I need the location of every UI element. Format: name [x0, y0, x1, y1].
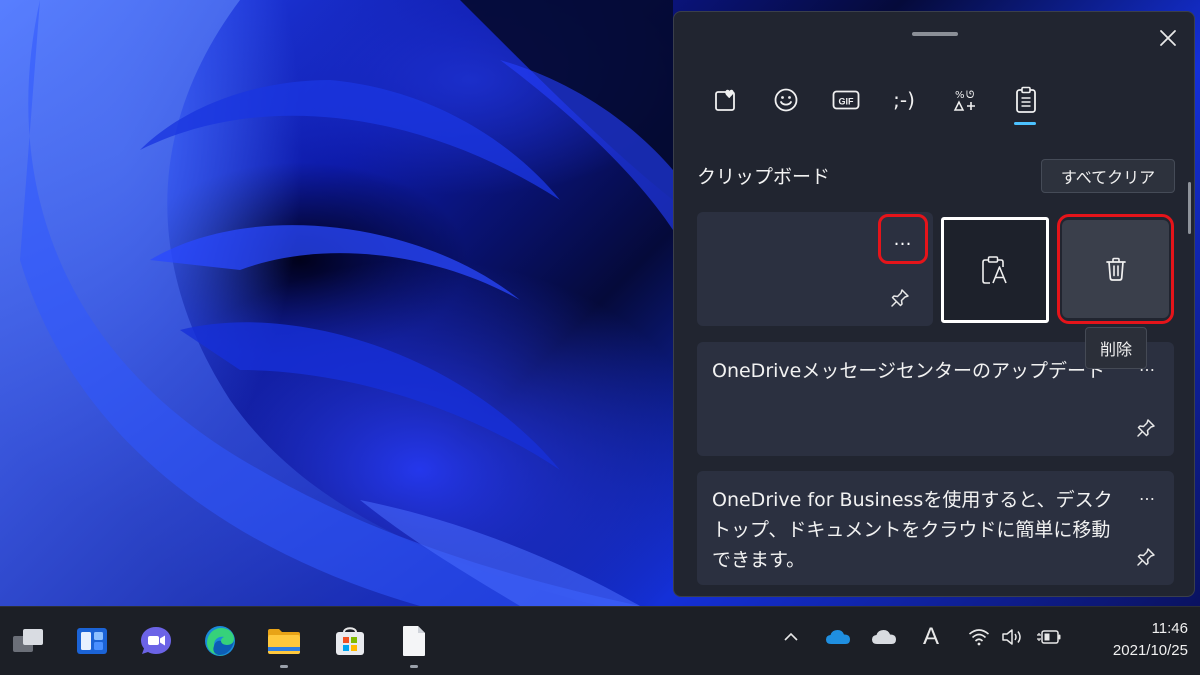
tab-gif[interactable]: GIF — [828, 82, 864, 118]
svg-text:ᘎ: ᘎ — [966, 90, 974, 101]
kaomoji-icon: ;-) — [893, 88, 915, 112]
volume-icon[interactable] — [1000, 624, 1026, 650]
wifi-icon[interactable] — [966, 624, 992, 650]
clipboard-item[interactable]: OneDrive for Businessを使用すると、デスクトップ、ドキュメン… — [697, 471, 1174, 585]
svg-text:GIF: GIF — [839, 97, 855, 107]
active-tab-indicator — [1014, 122, 1036, 125]
scrollbar-thumb[interactable] — [1188, 182, 1191, 234]
item-more-button[interactable]: … — [878, 214, 928, 264]
running-indicator — [410, 665, 418, 668]
pin-icon[interactable] — [1136, 418, 1156, 438]
pin-icon[interactable] — [890, 288, 910, 308]
close-button[interactable] — [1154, 24, 1182, 52]
symbols-icon: % ᘎ — [953, 90, 975, 111]
tab-emoji[interactable] — [768, 82, 804, 118]
clock-date: 2021/10/25 — [1112, 642, 1188, 659]
heart-card-icon — [715, 89, 735, 111]
gif-icon: GIF — [832, 90, 860, 110]
category-tabs: GIF ;-) % ᘎ — [708, 82, 1048, 142]
onedrive-business-cloud-icon[interactable] — [871, 624, 897, 650]
taskbar-widgets[interactable] — [72, 621, 112, 661]
paste-as-text-button[interactable] — [941, 217, 1049, 323]
delete-button[interactable] — [1062, 220, 1169, 318]
clipboard-item-text: OneDrive for Businessを使用すると、デスクトップ、ドキュメン… — [712, 489, 1113, 571]
drag-handle[interactable] — [912, 32, 958, 36]
tab-favorites[interactable] — [708, 82, 744, 118]
taskbar-file-explorer[interactable] — [264, 621, 304, 661]
store-icon — [336, 627, 364, 655]
clock-time: 11:46 — [1151, 620, 1188, 637]
notepad-icon — [403, 626, 425, 656]
tab-kaomoji[interactable]: ;-) — [886, 82, 922, 118]
show-hidden-icons-chevron-icon[interactable] — [778, 624, 804, 650]
trash-icon — [1105, 257, 1126, 281]
folder-icon — [268, 629, 300, 654]
taskbar-edge[interactable] — [200, 621, 240, 661]
widgets-icon — [77, 628, 107, 654]
taskbar-notepad[interactable] — [394, 621, 434, 661]
tab-symbols[interactable]: % ᘎ — [948, 82, 984, 118]
ellipsis-icon: … — [893, 228, 913, 250]
pin-icon[interactable] — [1136, 547, 1156, 567]
section-title: クリップボード — [697, 166, 831, 188]
edge-icon — [205, 626, 235, 656]
paste-text-icon — [982, 256, 1007, 284]
ime-mode-indicator[interactable]: A — [918, 623, 944, 650]
clipboard-icon — [1016, 86, 1036, 113]
emoji-clipboard-panel: GIF ;-) % ᘎ クリップボード すべてクリア … 削除 OneDrive… — [673, 11, 1195, 597]
tab-clipboard[interactable] — [1008, 82, 1044, 118]
taskbar-clock[interactable]: 11:46 2021/10/25 — [1113, 618, 1188, 662]
battery-charging-icon[interactable] — [1036, 624, 1062, 650]
smiley-icon — [774, 88, 798, 112]
running-indicator — [280, 665, 288, 668]
clear-all-button[interactable]: すべてクリア — [1041, 159, 1175, 193]
ellipsis-icon[interactable]: … — [1139, 485, 1156, 504]
taskbar-task-view[interactable] — [8, 621, 48, 661]
clipboard-item-text: OneDriveメッセージセンターのアップデート — [712, 360, 1105, 382]
teams-chat-icon — [141, 627, 171, 654]
taskbar-teams-chat[interactable] — [136, 621, 176, 661]
task-view-icon — [13, 629, 43, 652]
delete-tooltip: 削除 — [1085, 327, 1147, 369]
svg-text:%: % — [955, 90, 965, 101]
onedrive-cloud-icon[interactable] — [825, 624, 851, 650]
taskbar-store[interactable] — [330, 621, 370, 661]
close-icon — [1160, 30, 1176, 46]
